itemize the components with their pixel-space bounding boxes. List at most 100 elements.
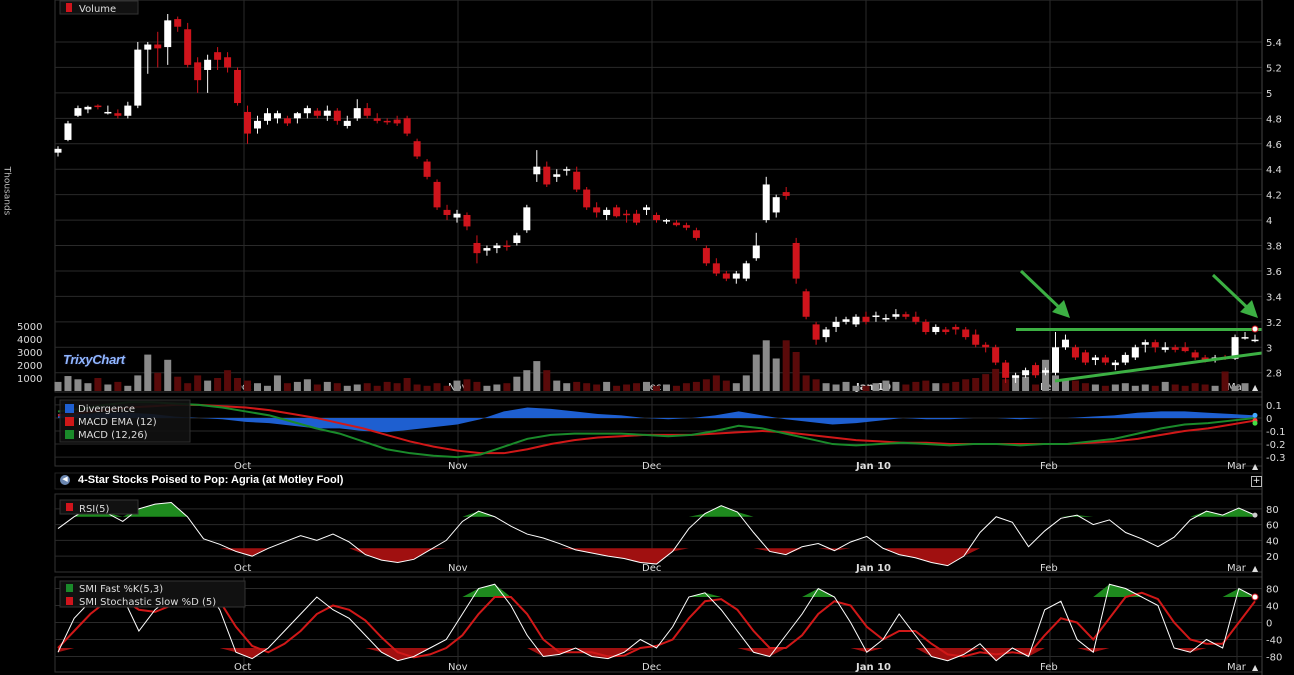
smi-marker <box>1251 593 1259 601</box>
candle-body <box>992 347 1000 363</box>
scroll-arrow: ▲ <box>1252 663 1259 672</box>
macd-legend-swatch <box>65 404 74 413</box>
candle-body <box>1022 370 1030 376</box>
volume-bar <box>643 381 651 391</box>
rsi-marker <box>1252 512 1258 518</box>
candle-body <box>443 209 451 215</box>
volume-bar <box>613 385 621 391</box>
candle-body <box>1101 357 1109 363</box>
candle-body <box>1171 347 1179 350</box>
volume-bar <box>563 383 571 391</box>
candle-body <box>533 166 541 175</box>
candle-body <box>84 106 92 110</box>
price-tick: 2.8 <box>1266 369 1282 380</box>
panel-frame-0 <box>54 0 1263 393</box>
volume-bar <box>194 375 202 391</box>
volume-bar <box>124 385 132 391</box>
month-label: Mar <box>1227 563 1247 574</box>
candle-body <box>383 120 391 123</box>
rsi-legend-swatch <box>66 503 73 511</box>
candle-body <box>224 57 232 68</box>
month-label: Dec <box>642 662 661 673</box>
volume-bar <box>104 384 112 391</box>
candle-body <box>912 316 920 322</box>
candle-body <box>423 161 431 177</box>
volume-bar <box>1231 385 1239 391</box>
volume-bar <box>702 379 710 391</box>
candle-body <box>653 214 660 221</box>
volume-bar <box>283 383 291 391</box>
volume-bar <box>972 378 980 391</box>
volume-bar <box>363 383 371 391</box>
rewind-icon[interactable]: ◀ <box>60 475 70 485</box>
month-label: Nov <box>448 662 468 673</box>
volume-bar <box>653 385 660 391</box>
volume-bar <box>832 384 840 391</box>
volume-bar <box>852 385 860 391</box>
volume-bar <box>792 352 800 391</box>
volume-bar <box>1101 385 1109 391</box>
month-label: Jan 10 <box>855 563 891 574</box>
smi-tick: -40 <box>1266 636 1282 647</box>
volume-bar <box>413 384 421 391</box>
scroll-arrow: ▲ <box>1252 462 1259 471</box>
smi-legend-swatch-1 <box>66 584 73 592</box>
candle-body <box>1161 347 1169 350</box>
candle-body <box>493 245 501 249</box>
volume-bar <box>64 376 72 391</box>
volume-bar <box>553 380 561 391</box>
month-label: Feb <box>1040 662 1058 673</box>
candle-body <box>633 213 641 223</box>
candle-body <box>643 207 651 210</box>
volume-bar <box>1042 359 1050 391</box>
news-headline[interactable]: 4-Star Stocks Poised to Pop: Agria (at M… <box>78 474 343 486</box>
macd-tick: 0.1 <box>1266 401 1282 412</box>
volume-bar <box>463 379 471 391</box>
volume-bar <box>812 379 820 391</box>
candle-body <box>483 248 491 251</box>
volume-bar <box>882 380 890 391</box>
volume-bar <box>323 381 331 391</box>
volume-bar <box>224 370 232 391</box>
candle-body <box>882 318 890 320</box>
price-tick: 5.4 <box>1266 38 1282 49</box>
candle-body <box>1121 354 1129 363</box>
candle-body <box>553 174 561 177</box>
volume-tick: 1000 <box>17 374 42 385</box>
candle-body <box>273 113 281 119</box>
volume-bar <box>952 381 960 391</box>
candle-body <box>513 235 521 243</box>
volume-bar <box>742 375 750 391</box>
candle-body <box>1241 337 1249 339</box>
candle-body <box>184 29 192 65</box>
candle-body <box>114 113 122 116</box>
volume-bar <box>84 383 92 391</box>
candle-body <box>712 263 720 274</box>
volume-bar <box>114 381 122 391</box>
candle-body <box>752 245 760 259</box>
volume-bar <box>862 385 870 391</box>
volume-bar <box>493 384 501 391</box>
volume-bar <box>184 383 192 391</box>
scroll-arrow: ▲ <box>1252 383 1259 392</box>
candle-body <box>174 19 182 27</box>
smi-tick: 80 <box>1266 585 1279 596</box>
candle-body <box>1151 342 1159 348</box>
volume-bar <box>922 380 930 391</box>
volume-bar <box>273 375 281 391</box>
volume-bar <box>603 381 611 391</box>
candle-body <box>812 324 820 340</box>
candle-body <box>1141 342 1149 345</box>
price-tick: 3.4 <box>1266 292 1282 303</box>
candle-body <box>1181 347 1189 352</box>
volume-bar <box>902 384 910 391</box>
expand-button[interactable]: + <box>1251 476 1262 487</box>
smi-legend-label-1: SMI Fast %K(5,3) <box>79 584 163 595</box>
volume-bar <box>393 383 401 391</box>
candle-body <box>204 59 212 70</box>
volume-bar <box>1091 384 1099 391</box>
candle-body <box>503 245 511 248</box>
volume-legend-label: Volume <box>79 4 116 15</box>
volume-bar <box>672 385 680 391</box>
macd-tick: -0.3 <box>1266 453 1286 464</box>
